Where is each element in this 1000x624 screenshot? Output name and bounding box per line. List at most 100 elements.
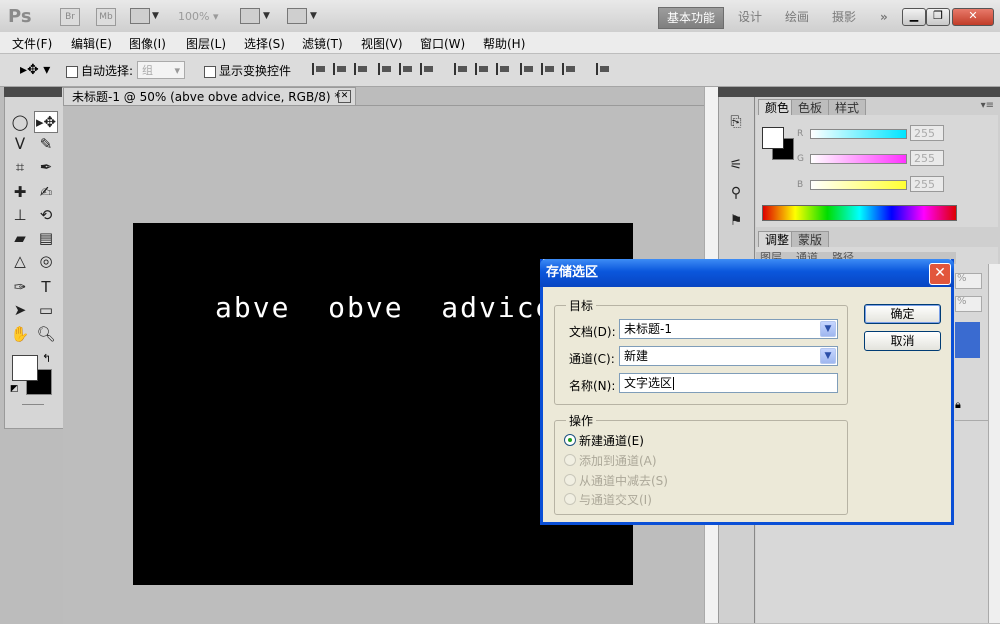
tool-presets-panel-icon[interactable]: ⚑ [727, 213, 745, 231]
move-tool-icon[interactable]: ▸✥ [34, 111, 58, 133]
tab-styles[interactable]: 样式 [828, 99, 867, 116]
add-to-channel-label[interactable]: 添加到通道(A) [579, 452, 657, 469]
dodge-tool-icon[interactable]: ◎ [35, 251, 57, 271]
brush-tool-icon[interactable]: ✍ [35, 182, 57, 202]
selected-layer-row[interactable] [955, 322, 980, 358]
panel-foreground-swatch[interactable] [762, 127, 784, 149]
minimize-button[interactable]: ▁ [902, 8, 926, 26]
tab-masks[interactable]: 蒙版 [791, 231, 830, 248]
launch-mini-bridge-button[interactable]: Mb [96, 8, 116, 26]
tools-panel-header[interactable] [4, 87, 62, 97]
window-close-button[interactable]: ✕ [952, 8, 994, 26]
distribute-vcenter-icon[interactable] [475, 63, 491, 75]
blur-tool-icon[interactable]: △ [9, 251, 31, 271]
close-icon[interactable]: ✕ [929, 263, 951, 285]
chevron-down-icon[interactable]: ▼ [152, 11, 159, 21]
history-panel-icon[interactable]: ⎘ [727, 114, 745, 132]
launch-bridge-button[interactable]: Br [60, 8, 80, 26]
more-workspaces-button[interactable]: » [872, 7, 896, 27]
name-input[interactable]: 文字选区 [619, 373, 838, 393]
channel-select[interactable]: 新建 ▼ [619, 346, 838, 366]
foreground-color-swatch[interactable] [12, 355, 38, 381]
healing-brush-tool-icon[interactable]: ✚ [9, 182, 31, 202]
panel-scrollbar[interactable] [988, 264, 1000, 623]
channel-r-value[interactable]: 255 [910, 125, 944, 141]
quick-mask-icon[interactable] [22, 404, 44, 405]
tab-swatches[interactable]: 色板 [791, 99, 830, 116]
eyedropper-tool-icon[interactable]: ✒ [35, 157, 57, 177]
history-brush-tool-icon[interactable]: ⟲ [35, 205, 57, 225]
subtract-from-channel-radio[interactable] [564, 474, 576, 486]
channel-b-value[interactable]: 255 [910, 176, 944, 192]
distribute-right-icon[interactable] [562, 63, 578, 75]
rectangle-tool-icon[interactable]: ▭ [35, 300, 57, 320]
move-tool-preset-icon[interactable]: ▸✥ ▾ [20, 62, 50, 78]
workspace-design-button[interactable]: 设计 [730, 7, 770, 27]
menu-edit[interactable]: 编辑(E) [71, 35, 112, 52]
close-icon[interactable]: ✕ [338, 90, 351, 103]
brushes-panel-icon[interactable]: ⚟ [727, 157, 745, 175]
crop-tool-icon[interactable]: ⌗ [9, 157, 31, 177]
fill-field[interactable]: % [955, 296, 982, 312]
menu-filter[interactable]: 滤镜(T) [302, 35, 343, 52]
auto-align-layers-icon[interactable] [596, 63, 612, 75]
align-right-edges-icon[interactable] [420, 63, 436, 75]
align-vertical-centers-icon[interactable] [333, 63, 349, 75]
auto-select-target-select[interactable]: 组 ▾ [137, 61, 185, 79]
workspace-painting-button[interactable]: 绘画 [777, 7, 817, 27]
default-colors-icon[interactable]: ◩ [10, 384, 19, 394]
auto-select-checkbox[interactable]: 自动选择: [66, 62, 133, 79]
quick-selection-tool-icon[interactable]: ✎ [35, 134, 57, 154]
menu-image[interactable]: 图像(I) [129, 35, 166, 52]
color-spectrum-bar[interactable] [762, 205, 957, 221]
ok-button[interactable]: 确定 [864, 304, 941, 324]
channel-r-slider[interactable] [810, 129, 907, 139]
cancel-button[interactable]: 取消 [864, 331, 941, 351]
view-extras-icon[interactable] [130, 8, 150, 24]
channel-g-slider[interactable] [810, 154, 907, 164]
hand-tool-icon[interactable]: ✋ [9, 324, 31, 344]
pen-tool-icon[interactable]: ✑ [9, 277, 31, 297]
panel-menu-icon[interactable]: ▾≡ [981, 100, 994, 111]
chevron-down-icon[interactable]: ▼ [263, 11, 270, 21]
opacity-field[interactable]: % [955, 273, 982, 289]
workspace-essentials-button[interactable]: 基本功能 [658, 7, 725, 29]
align-top-edges-icon[interactable] [312, 63, 328, 75]
arrange-documents-icon[interactable] [240, 8, 260, 24]
marquee-tool-icon[interactable]: ◯ [9, 112, 31, 132]
chevron-down-icon[interactable]: ▼ [820, 348, 836, 364]
distribute-left-icon[interactable] [520, 63, 536, 75]
channel-b-slider[interactable] [810, 180, 907, 190]
document-tab[interactable]: 未标题-1 @ 50% (abve obve advice, RGB/8) * … [63, 87, 356, 105]
channel-g-value[interactable]: 255 [910, 150, 944, 166]
restore-button[interactable]: ❐ [926, 8, 950, 26]
align-horizontal-centers-icon[interactable] [399, 63, 415, 75]
panel-strip-header[interactable] [718, 87, 754, 97]
distribute-hcenter-icon[interactable] [541, 63, 557, 75]
eraser-tool-icon[interactable]: ▰ [9, 228, 31, 248]
zoom-level-select[interactable]: 100% ▾ [178, 10, 218, 23]
path-selection-tool-icon[interactable]: ➤ [9, 300, 31, 320]
menu-view[interactable]: 视图(V) [361, 35, 403, 52]
type-tool-icon[interactable]: T [35, 277, 57, 297]
subtract-from-channel-label[interactable]: 从通道中减去(S) [579, 472, 668, 489]
right-panel-header[interactable] [754, 87, 1000, 97]
add-to-channel-radio[interactable] [564, 454, 576, 466]
distribute-bottom-icon[interactable] [496, 63, 512, 75]
intersect-with-channel-radio[interactable] [564, 493, 576, 505]
workspace-photography-button[interactable]: 摄影 [824, 7, 864, 27]
lasso-tool-icon[interactable]: ᐯ [9, 134, 31, 154]
menu-window[interactable]: 窗口(W) [420, 35, 465, 52]
align-bottom-edges-icon[interactable] [354, 63, 370, 75]
chevron-down-icon[interactable]: ▼ [820, 321, 836, 337]
menu-select[interactable]: 选择(S) [244, 35, 285, 52]
intersect-with-channel-label[interactable]: 与通道交叉(I) [579, 491, 652, 508]
new-channel-radio[interactable] [564, 434, 576, 446]
screen-mode-icon[interactable] [287, 8, 307, 24]
show-transform-controls-checkbox[interactable]: 显示变换控件 [204, 62, 291, 79]
gradient-tool-icon[interactable]: ▤ [35, 228, 57, 248]
distribute-top-icon[interactable] [454, 63, 470, 75]
clone-stamp-tool-icon[interactable]: ⊥ [9, 205, 31, 225]
align-left-edges-icon[interactable] [378, 63, 394, 75]
menu-help[interactable]: 帮助(H) [483, 35, 525, 52]
